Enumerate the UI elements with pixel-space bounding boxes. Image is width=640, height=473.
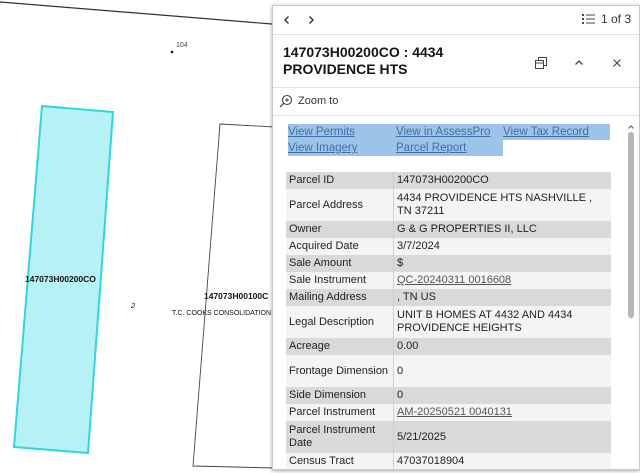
pager-text: 1 of 3 <box>600 12 631 26</box>
view-permits-link[interactable]: View Permits <box>288 124 396 140</box>
attribute-key: Acquired Date <box>286 238 394 255</box>
attribute-key: Legal Description <box>286 306 394 338</box>
attribute-key: Mailing Address <box>286 289 394 306</box>
attribute-value: 147073H00200CO <box>393 172 611 189</box>
attribute-row: Acquired Date 3/7/2024 <box>286 238 611 255</box>
scroll-up-icon <box>628 125 634 129</box>
instrument-link[interactable]: AM-20250521 0040131 <box>397 406 512 418</box>
attribute-row: Parcel Instrument Date 5/21/2025 <box>286 421 611 453</box>
dock-icon <box>535 57 547 69</box>
attribute-row: Census Tract 47037018904 <box>286 453 611 469</box>
zoom-to-label: Zoom to <box>298 95 339 107</box>
attribute-value: 3/7/2024 <box>393 238 611 255</box>
feature-popup: 1 of 3 147073H00200CO : 4434 PROVIDENCE … <box>272 5 640 470</box>
previous-feature-button[interactable] <box>277 10 297 30</box>
attribute-row: Owner G & G PROPERTIES II, LLC <box>286 221 611 238</box>
attribute-value: 0.00 <box>393 338 611 355</box>
attribute-value: , TN US <box>393 289 611 306</box>
view-imagery-link[interactable]: View Imagery <box>288 140 396 156</box>
attribute-value: 5/21/2025 <box>393 421 611 453</box>
scrollbar-thumb[interactable] <box>628 132 634 318</box>
zoom-in-icon <box>279 94 293 108</box>
attribute-key: Side Dimension <box>286 387 394 404</box>
boundary-line <box>0 1 273 25</box>
attribute-key: Sale Instrument <box>286 272 394 289</box>
attribute-value: $ <box>393 255 611 272</box>
popup-content: View Permits View in AssessPro View Tax … <box>273 115 639 469</box>
attribute-key: Parcel ID <box>286 172 394 189</box>
neighbor-parcel-label: 147073H00100C <box>204 291 269 301</box>
attribute-value: 47037018904 <box>393 453 611 469</box>
popup-nav-bar: 1 of 3 <box>273 6 639 35</box>
close-button[interactable] <box>608 54 626 72</box>
attribute-table: Parcel ID 147073H00200CO Parcel Address 443… <box>286 172 611 469</box>
selected-parcel-label: 147073H00200CO <box>25 274 96 284</box>
attribute-key: Sale Amount <box>286 255 394 272</box>
attribute-row: Acreage 0.00 <box>286 338 611 355</box>
chevron-right-icon <box>309 16 314 24</box>
attribute-key: Frontage Dimension <box>286 355 394 387</box>
view-tax-record-link[interactable]: View Tax Record <box>503 124 610 140</box>
popup-scrollbar[interactable] <box>627 123 635 463</box>
next-feature-button[interactable] <box>301 10 321 30</box>
zoom-to-action[interactable]: Zoom to <box>273 87 639 116</box>
attribute-row: Side Dimension 0 <box>286 387 611 404</box>
attribute-row: Legal Description UNIT B HOMES AT 4432 AN… <box>286 306 611 338</box>
attribute-key: Acreage <box>286 338 394 355</box>
attribute-key: Owner <box>286 221 394 238</box>
attribute-key: Census Tract <box>286 453 394 469</box>
attribute-value: 0 <box>393 387 611 404</box>
attribute-key: Parcel Instrument Date <box>286 421 394 453</box>
attribute-row: Frontage Dimension 0 <box>286 355 611 387</box>
close-icon <box>613 59 621 67</box>
attribute-row: Sale Instrument QC-20240311 0016608 <box>286 272 611 289</box>
attribute-value-link[interactable]: AM-20250521 0040131 <box>393 404 611 421</box>
feature-pager[interactable]: 1 of 3 <box>581 12 631 26</box>
dock-button[interactable] <box>532 54 550 72</box>
attribute-value: 0 <box>393 355 611 387</box>
view-in-assesspro-link[interactable]: View in AssessPro <box>396 124 503 140</box>
list-icon <box>581 14 595 24</box>
consolidation-label: T.C. COOKS CONSOLIDATION <box>172 310 272 317</box>
popup-title: 147073H00200CO : 4434 PROVIDENCE HTS <box>283 44 444 77</box>
attribute-value: G & G PROPERTIES II, LLC <box>393 221 611 238</box>
attribute-value: 4434 PROVIDENCE HTS NASHVILLE , TN 37211 <box>393 189 611 221</box>
attribute-value: UNIT B HOMES AT 4432 AND 4434 PROVIDENCE… <box>393 306 611 338</box>
chevron-left-icon <box>284 16 289 24</box>
chevron-up-icon <box>575 60 583 65</box>
lot-point <box>170 50 174 54</box>
collapse-button[interactable] <box>570 54 588 72</box>
attribute-key: Parcel Instrument <box>286 404 394 421</box>
attribute-key: Parcel Address <box>286 189 394 221</box>
attribute-value-link[interactable]: QC-20240311 0016608 <box>393 272 611 289</box>
block-number-label: 2 <box>131 301 136 310</box>
lot-number-label: 104 <box>176 42 188 49</box>
attribute-row: Sale Amount $ <box>286 255 611 272</box>
attribute-row: Parcel Address 4434 PROVIDENCE HTS NASHVI… <box>286 189 611 221</box>
parcel-report-link[interactable]: Parcel Report <box>396 140 503 156</box>
instrument-link[interactable]: QC-20240311 0016608 <box>397 274 511 286</box>
attribute-row: Parcel ID 147073H00200CO <box>286 172 611 189</box>
attribute-row: Mailing Address , TN US <box>286 289 611 306</box>
attribute-row: Parcel Instrument AM-20250521 0040131 <box>286 404 611 421</box>
